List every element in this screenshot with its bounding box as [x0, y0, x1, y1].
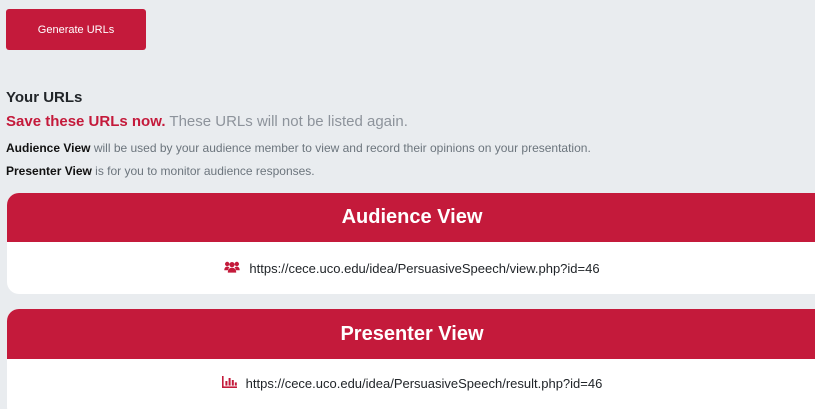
presenter-view-card: Presenter View https://cece.uco.edu/idea…	[7, 309, 815, 409]
presenter-view-link[interactable]: https://cece.uco.edu/idea/PersuasiveSpee…	[221, 375, 603, 391]
presenter-description: Presenter View is for you to monitor aud…	[6, 164, 315, 178]
save-notice-strong: Save these URLs now.	[6, 113, 166, 130]
audience-description-label: Audience View	[6, 141, 91, 155]
audience-description-text: will be used by your audience member to …	[93, 141, 591, 155]
save-notice-rest: These URLs will not be listed again.	[169, 113, 408, 130]
audience-description: Audience View will be used by your audie…	[6, 141, 591, 155]
bar-chart-icon	[221, 375, 237, 391]
audience-view-url: https://cece.uco.edu/idea/PersuasiveSpee…	[249, 260, 600, 276]
presenter-description-label: Presenter View	[6, 164, 92, 178]
page-title: Your URLs	[6, 89, 83, 106]
generate-urls-button[interactable]: Generate URLs	[6, 9, 146, 50]
presenter-view-card-title: Presenter View	[7, 309, 815, 359]
users-icon	[224, 261, 241, 276]
audience-view-card-body: https://cece.uco.edu/idea/PersuasiveSpee…	[7, 242, 815, 294]
presenter-description-text: is for you to monitor audience responses…	[95, 164, 315, 178]
presenter-view-card-body: https://cece.uco.edu/idea/PersuasiveSpee…	[7, 359, 815, 407]
audience-view-card: Audience View https://cece.uco.edu/idea/…	[7, 193, 815, 294]
page: Generate URLs Your URLs Save these URLs …	[0, 0, 815, 409]
audience-view-link[interactable]: https://cece.uco.edu/idea/PersuasiveSpee…	[224, 260, 600, 276]
presenter-view-url: https://cece.uco.edu/idea/PersuasiveSpee…	[245, 375, 603, 391]
save-notice: Save these URLs now. These URLs will not…	[6, 113, 408, 130]
audience-view-card-title: Audience View	[7, 193, 815, 242]
